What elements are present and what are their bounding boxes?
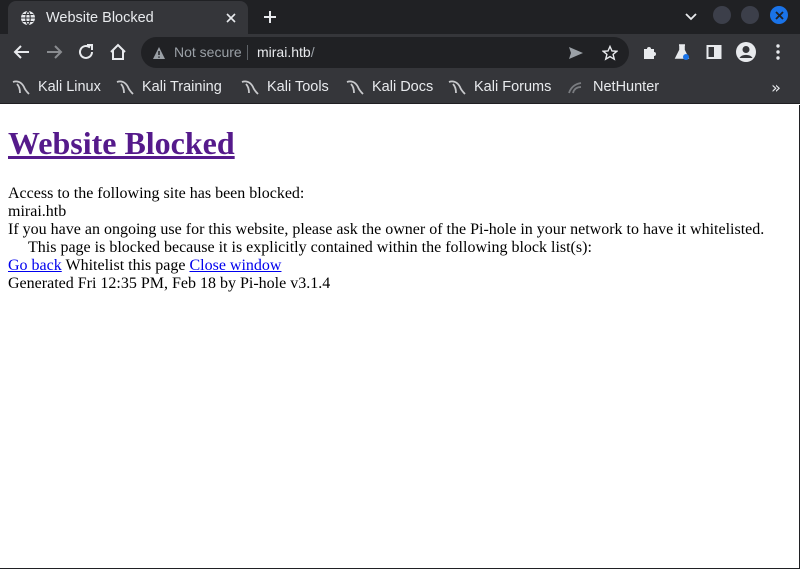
bookmark-label: Kali Tools xyxy=(267,79,329,95)
go-back-link[interactable]: Go back xyxy=(8,257,62,274)
forward-arrow-icon[interactable] xyxy=(42,40,66,64)
bookmark-kali-training[interactable]: Kali Training xyxy=(116,77,222,97)
bookmark-label: Kali Training xyxy=(142,79,222,95)
divider xyxy=(247,45,248,60)
minimize-button[interactable] xyxy=(713,6,731,24)
side-panel-icon[interactable] xyxy=(702,40,726,64)
bookmark-label: Kali Linux xyxy=(38,79,101,95)
home-icon[interactable] xyxy=(106,40,130,64)
bookmark-label: Kali Docs xyxy=(372,79,434,95)
intro-text: Access to the following site has been bl… xyxy=(8,185,305,202)
profile-avatar-icon[interactable] xyxy=(734,40,758,64)
footer-text: Generated Fri 12:35 PM, Feb 18 by Pi-hol… xyxy=(8,275,331,292)
bookmark-nethunter[interactable]: NetHunter xyxy=(567,77,659,97)
star-icon[interactable] xyxy=(600,43,620,63)
not-secure-label[interactable]: Not secure xyxy=(174,44,242,60)
send-icon[interactable] xyxy=(566,43,586,63)
block-list-message: This page is blocked because it is expli… xyxy=(28,239,592,256)
maximize-button[interactable] xyxy=(741,6,759,24)
kali-dragon-icon xyxy=(241,79,259,95)
page-title: Website Blocked xyxy=(8,125,235,162)
url-path: / xyxy=(310,44,315,60)
new-tab-button[interactable] xyxy=(258,5,282,29)
nethunter-icon xyxy=(567,79,585,95)
url-text[interactable]: mirai.htb/ xyxy=(257,44,315,60)
globe-icon xyxy=(20,10,36,26)
bookmark-kali-tools[interactable]: Kali Tools xyxy=(241,77,329,97)
address-bar[interactable]: Not secure mirai.htb/ xyxy=(141,37,629,68)
kebab-menu-icon[interactable] xyxy=(766,40,790,64)
tab-active[interactable]: Website Blocked xyxy=(8,1,248,34)
page-viewport: Website Blocked Access to the following … xyxy=(0,105,800,569)
bookmark-kali-linux[interactable]: Kali Linux xyxy=(12,77,101,97)
window-close-button[interactable] xyxy=(770,6,788,24)
toolbar: Not secure mirai.htb/ xyxy=(0,34,800,71)
bookmarks-bar: Kali Linux Kali Training Kali Tools Kali… xyxy=(0,71,800,104)
url-host: mirai.htb xyxy=(257,44,311,60)
lab-flask-icon[interactable] xyxy=(670,40,694,64)
extensions-puzzle-icon[interactable] xyxy=(638,40,662,64)
close-icon[interactable] xyxy=(222,9,240,27)
kali-dragon-icon xyxy=(116,79,134,95)
bookmark-label: Kali Forums xyxy=(474,79,552,95)
page-title-link[interactable]: Website Blocked xyxy=(8,125,235,161)
tab-strip: Website Blocked xyxy=(0,0,800,34)
whitelist-button[interactable]: Whitelist this page xyxy=(65,257,185,274)
bookmark-label: NetHunter xyxy=(593,79,660,95)
more-bookmarks-button[interactable]: » xyxy=(766,77,786,97)
kali-dragon-icon xyxy=(448,79,466,95)
close-window-link[interactable]: Close window xyxy=(189,257,281,274)
bookmark-kali-docs[interactable]: Kali Docs xyxy=(346,77,433,97)
reload-icon[interactable] xyxy=(74,40,98,64)
whitelist-message: If you have an ongoing use for this webs… xyxy=(8,221,765,238)
chevron-down-icon[interactable] xyxy=(680,6,702,28)
kali-dragon-icon xyxy=(346,79,364,95)
kali-dragon-icon xyxy=(12,79,30,95)
double-chevron-icon: » xyxy=(771,77,781,97)
action-row: Go back Whitelist this page Close window xyxy=(8,257,281,275)
blocked-domain: mirai.htb xyxy=(8,203,67,220)
tab-title: Website Blocked xyxy=(46,9,154,26)
warning-icon[interactable] xyxy=(152,45,166,59)
back-arrow-icon[interactable] xyxy=(10,40,34,64)
bookmark-kali-forums[interactable]: Kali Forums xyxy=(448,77,551,97)
